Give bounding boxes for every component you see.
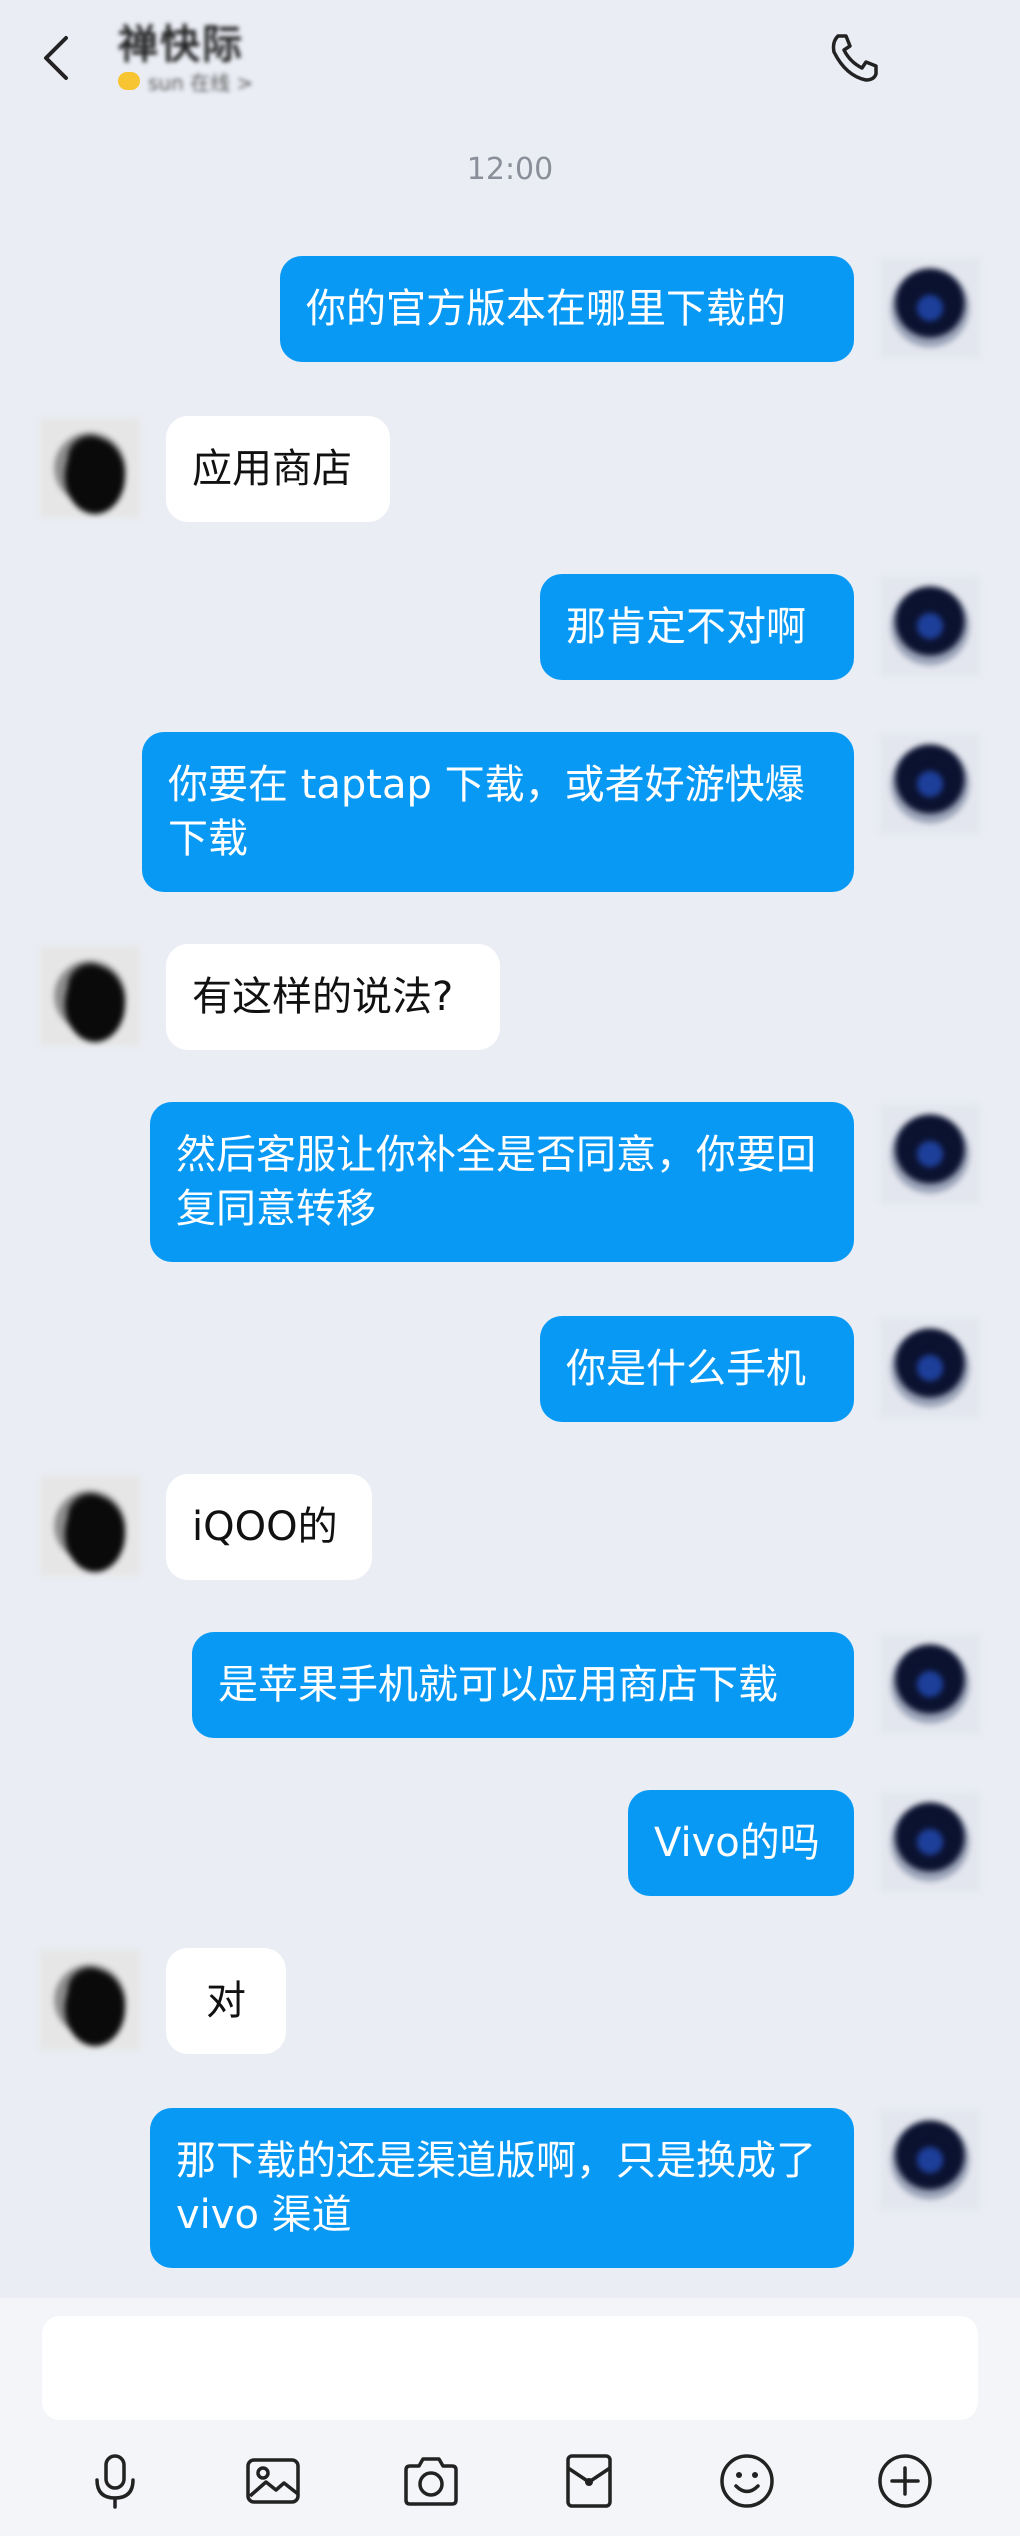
red-packet-icon: [566, 2454, 612, 2508]
status-text: sun 在线 >: [148, 70, 254, 95]
timestamp: 12:00: [466, 152, 554, 187]
message-bubble[interactable]: 是苹果手机就可以应用商店下载: [192, 1632, 854, 1738]
voice-button[interactable]: [82, 2448, 148, 2514]
message-bubble[interactable]: 然后客服让你补全是否同意，你要回复同意转移: [150, 1102, 854, 1262]
status-indicator: [118, 72, 140, 90]
my-avatar[interactable]: [880, 1318, 980, 1418]
chat-header: 禅快际 sun 在线 >: [0, 0, 1020, 110]
contact-avatar[interactable]: [40, 1950, 140, 2050]
message-bubble[interactable]: 应用商店: [166, 416, 390, 522]
phone-icon: [831, 34, 878, 82]
contact-avatar[interactable]: [40, 946, 140, 1046]
my-avatar[interactable]: [880, 1634, 980, 1734]
input-toolbar: [0, 2438, 1020, 2522]
message-bubble[interactable]: 那下载的还是渠道版啊，只是换成了 vivo 渠道: [150, 2108, 854, 2268]
my-avatar[interactable]: [880, 1104, 980, 1204]
camera-icon: [404, 2457, 458, 2506]
image-icon: [246, 2458, 300, 2504]
call-button[interactable]: [824, 28, 884, 88]
plus-icon: [878, 2454, 932, 2508]
emoji-icon: [720, 2454, 774, 2508]
contact-avatar[interactable]: [40, 1476, 140, 1576]
photo-button[interactable]: [240, 2448, 306, 2514]
contact-name[interactable]: 禅快际: [118, 12, 244, 70]
message-bubble[interactable]: 你的官方版本在哪里下载的: [280, 256, 854, 362]
message-bubble[interactable]: 有这样的说法?: [166, 944, 500, 1050]
chevron-left-icon: [44, 36, 68, 80]
message-bubble[interactable]: 你是什么手机: [540, 1316, 854, 1422]
microphone-icon: [95, 2454, 135, 2509]
message-bubble[interactable]: 那肯定不对啊: [540, 574, 854, 680]
contact-avatar[interactable]: [40, 418, 140, 518]
message-bubble[interactable]: 你要在 taptap 下载，或者好游快爆下载: [142, 732, 854, 892]
my-avatar[interactable]: [880, 258, 980, 358]
emoji-button[interactable]: [714, 2448, 780, 2514]
back-button[interactable]: [30, 28, 90, 88]
more-button[interactable]: [872, 2448, 938, 2514]
my-avatar[interactable]: [880, 2110, 980, 2210]
my-avatar[interactable]: [880, 734, 980, 834]
my-avatar[interactable]: [880, 1792, 980, 1892]
contact-status[interactable]: sun 在线 >: [118, 66, 253, 96]
message-bubble[interactable]: 对: [166, 1948, 286, 2054]
camera-button[interactable]: [398, 2448, 464, 2514]
message-bubble[interactable]: Vivo的吗: [628, 1790, 854, 1896]
message-bubble[interactable]: iQOO的: [166, 1474, 372, 1580]
my-avatar[interactable]: [880, 576, 980, 676]
red-packet-button[interactable]: [556, 2448, 622, 2514]
input-area: [0, 2298, 1020, 2536]
message-input[interactable]: [42, 2316, 978, 2420]
